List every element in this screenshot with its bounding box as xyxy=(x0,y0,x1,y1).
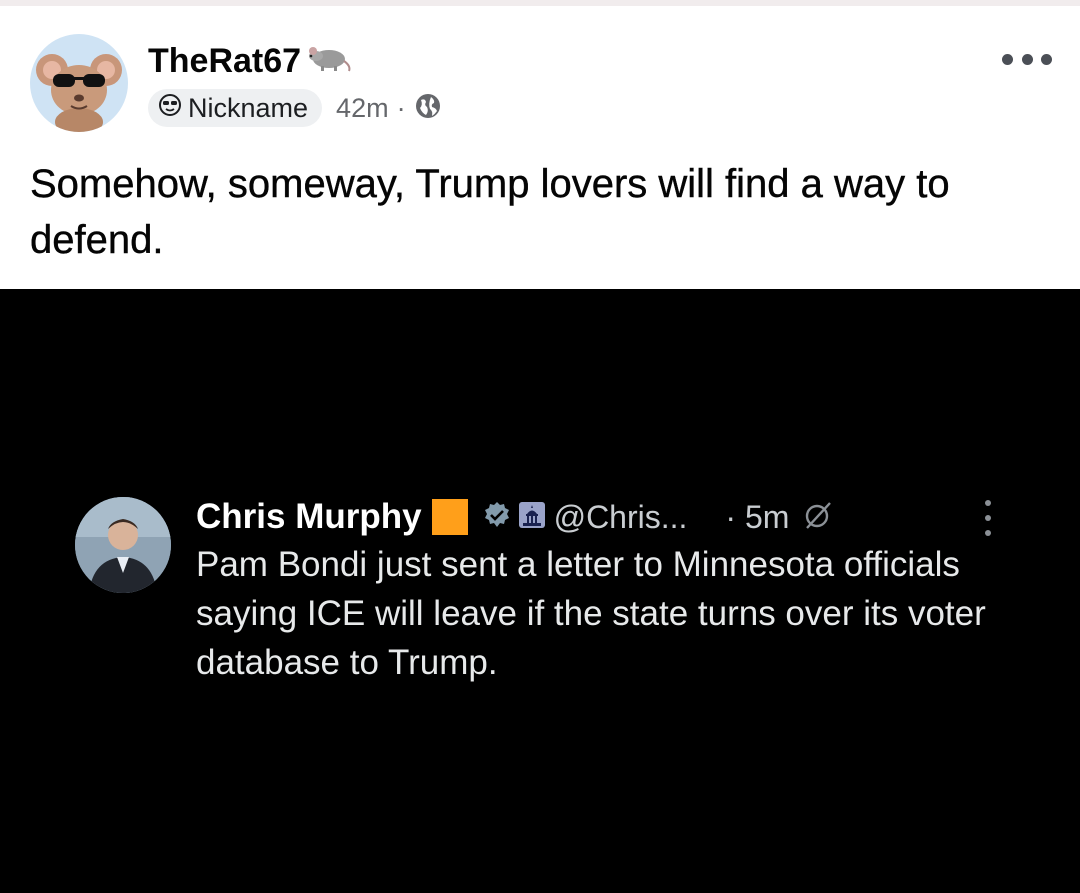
more-dot-icon xyxy=(1021,53,1033,65)
nickname-badge[interactable]: Nickname xyxy=(148,89,323,127)
post-text: Somehow, someway, Trump lovers will find… xyxy=(30,162,950,262)
tweet-author-handle: @Chris... xyxy=(553,498,688,535)
author-avatar[interactable] xyxy=(30,34,128,132)
grok-icon xyxy=(803,500,833,535)
orange-square-icon xyxy=(431,499,468,535)
meta-separator: · xyxy=(396,92,406,123)
rat-icon xyxy=(303,42,353,81)
government-capitol-icon xyxy=(518,501,546,534)
top-strip xyxy=(0,0,1080,6)
tweet-time: · 5m xyxy=(725,498,790,535)
tweet-author-avatar xyxy=(75,497,171,593)
nickname-label: Nickname xyxy=(188,92,309,123)
globe-icon[interactable] xyxy=(414,92,442,125)
mouse-avatar-icon xyxy=(36,54,122,132)
author-name[interactable]: TheRat67 xyxy=(148,42,353,81)
person-photo-icon xyxy=(75,497,171,593)
author-name-text[interactable]: TheRat67 xyxy=(148,42,301,81)
post-meta: Nickname 42m · xyxy=(148,88,442,128)
post-time[interactable]: 42m xyxy=(336,93,389,124)
tweet-header: Chris Murphy @Chris... · 5m xyxy=(196,492,833,542)
tweet-more-icon xyxy=(982,500,994,536)
more-dot-icon xyxy=(1041,53,1052,65)
sunglasses-face-icon xyxy=(158,93,182,124)
tweet-author-name: Chris Murphy xyxy=(196,497,422,536)
more-dot-icon xyxy=(1002,53,1013,65)
post-options-button[interactable] xyxy=(1002,44,1052,74)
verified-badge-icon xyxy=(482,500,512,535)
tweet-text: Pam Bondi just sent a letter to Minnesot… xyxy=(196,545,986,682)
